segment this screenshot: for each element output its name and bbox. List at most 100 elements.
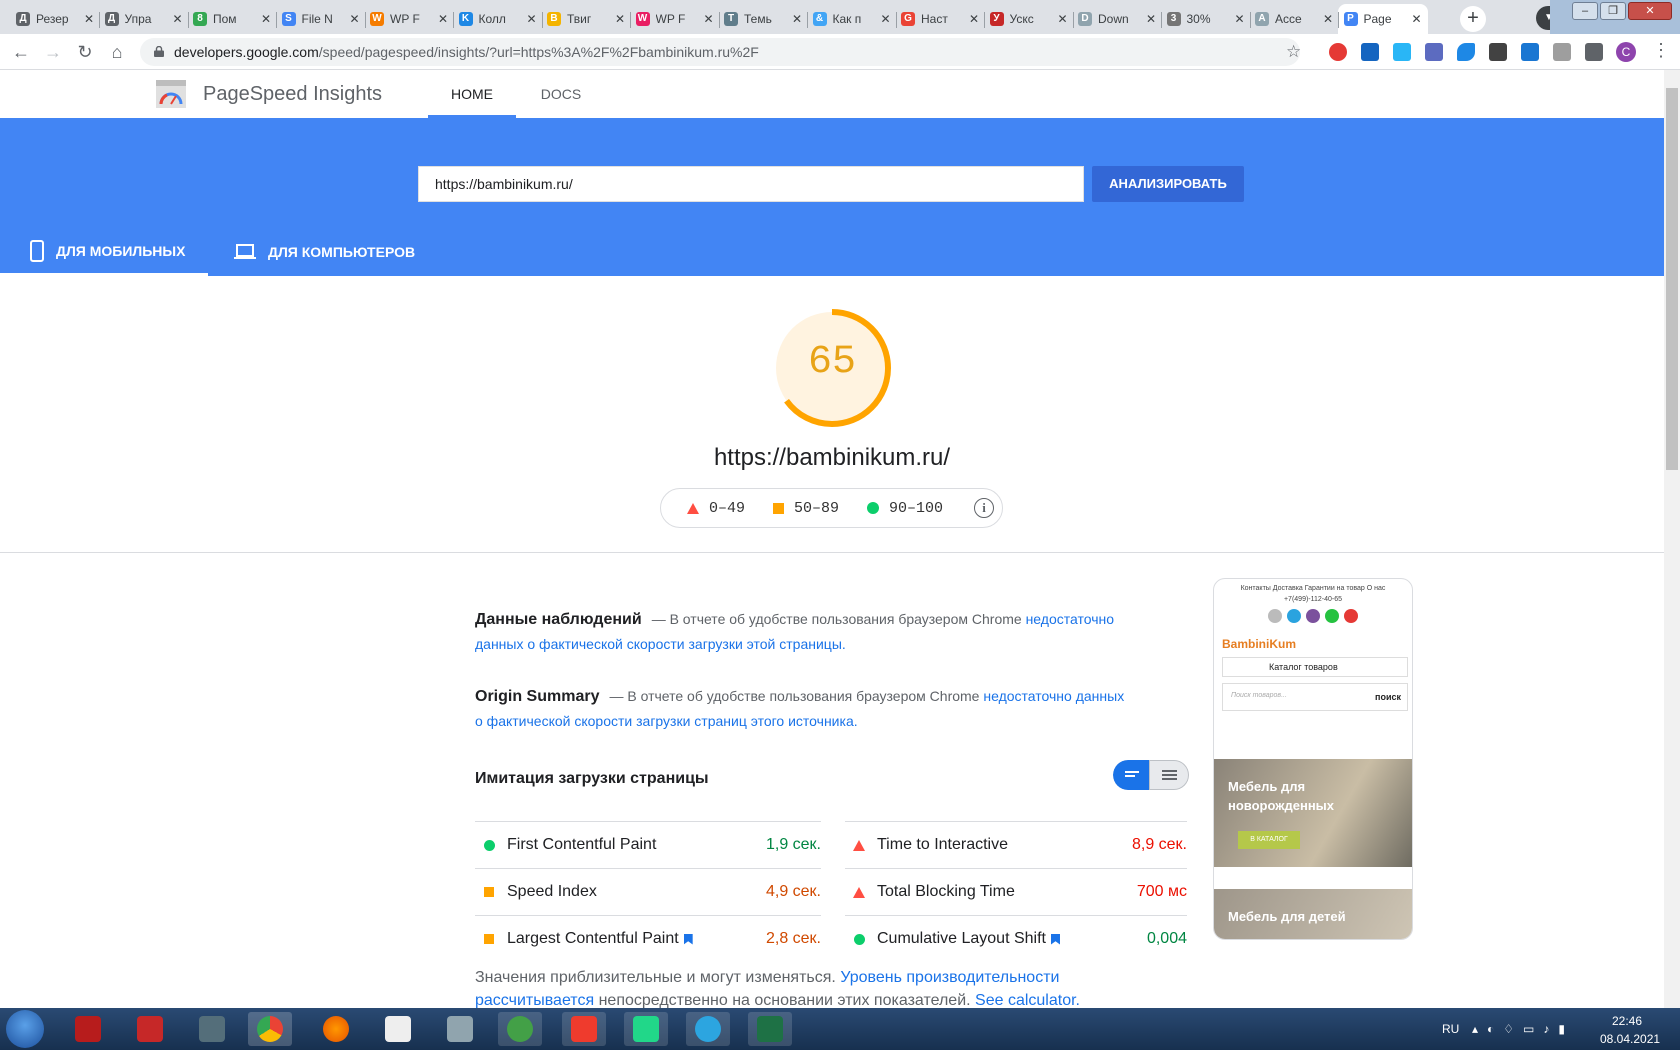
nav-home[interactable]: HOME [428, 70, 516, 118]
browser-tab[interactable]: У Ускс ✕ [984, 4, 1074, 34]
browser-tab[interactable]: T Темь ✕ [718, 4, 808, 34]
browser-tab[interactable]: S File N ✕ [276, 4, 366, 34]
tab-desktop[interactable]: ДЛЯ КОМПЬЮТЕРОВ [234, 228, 415, 276]
browser-tab[interactable]: W WP F ✕ [364, 4, 454, 34]
close-tab-icon[interactable]: ✕ [1323, 12, 1333, 26]
scrollbar-thumb[interactable] [1666, 88, 1678, 470]
tray-language[interactable]: RU [1442, 1008, 1459, 1050]
metric-name-wrap: First Contentful Paint [507, 836, 766, 854]
tab-favicon-icon: A [1255, 12, 1269, 26]
lab-footnote: Значения приблизительные и могут изменят… [475, 966, 1115, 1008]
info-icon[interactable]: i [974, 498, 994, 518]
close-tab-icon[interactable]: ✕ [969, 12, 979, 26]
profile-avatar[interactable]: C [1616, 42, 1636, 62]
browser-tab[interactable]: D Down ✕ [1072, 4, 1162, 34]
extension-icon-lock[interactable] [1489, 43, 1507, 61]
browser-tab[interactable]: & Как п ✕ [807, 4, 897, 34]
field-data-text: — В отчете об удобстве пользования брауз… [651, 611, 1022, 627]
browser-tab[interactable]: B Твиг ✕ [541, 4, 631, 34]
average-square-icon [484, 934, 494, 944]
extension-icon-screenshot[interactable] [1553, 43, 1571, 61]
taskbar-firefox-icon[interactable] [314, 1012, 358, 1046]
close-tab-icon[interactable]: ✕ [615, 12, 625, 26]
tray-icons[interactable]: ▴◐♢▭♪▮ [1472, 1008, 1582, 1050]
tab-mobile[interactable]: ДЛЯ МОБИЛЬНЫХ [0, 228, 208, 276]
start-button[interactable] [6, 1010, 44, 1048]
taskbar-network-icon[interactable] [190, 1012, 234, 1046]
maximize-button[interactable]: ❐ [1600, 2, 1626, 20]
tray-date[interactable]: 08.04.2021 [1600, 1032, 1660, 1046]
home-button[interactable]: ⌂ [105, 40, 129, 64]
reload-button[interactable]: ↻ [73, 40, 97, 64]
browser-tab[interactable]: Д Резер ✕ [10, 4, 100, 34]
taskbar-excel-icon[interactable] [748, 1012, 792, 1046]
taskbar-telegram-icon[interactable] [686, 1012, 730, 1046]
browser-tab[interactable]: G Наст ✕ [895, 4, 985, 34]
metric-value: 2,8 сек. [765, 930, 821, 947]
taskbar-chrome-icon[interactable] [248, 1012, 292, 1046]
bookmark-star-icon[interactable]: ☆ [1286, 42, 1301, 62]
tab-title: File N [301, 12, 333, 26]
metric-status [479, 887, 499, 897]
browser-tab[interactable]: W WP F ✕ [630, 4, 720, 34]
translate-extension-icon[interactable] [1425, 43, 1443, 61]
close-window-button[interactable]: ✕ [1628, 2, 1672, 20]
extension-icon-pen[interactable] [1521, 43, 1539, 61]
browser-tab[interactable]: A Acce ✕ [1249, 4, 1339, 34]
metrics-view-toggle[interactable] [1113, 760, 1189, 790]
back-button[interactable]: ← [9, 40, 33, 64]
close-tab-icon[interactable]: ✕ [1411, 12, 1421, 26]
taskbar-utorrent-icon[interactable] [498, 1012, 542, 1046]
taskbar-app-icon[interactable] [376, 1012, 420, 1046]
tab-favicon-icon: G [901, 12, 915, 26]
extensions-puzzle-icon[interactable] [1585, 43, 1603, 61]
close-tab-icon[interactable]: ✕ [172, 12, 182, 26]
browser-menu-icon[interactable]: ⋮ [1652, 40, 1670, 61]
close-tab-icon[interactable]: ✕ [84, 12, 94, 26]
close-tab-icon[interactable]: ✕ [880, 12, 890, 26]
close-tab-icon[interactable]: ✕ [1234, 12, 1244, 26]
tray-time[interactable]: 22:46 [1612, 1014, 1642, 1028]
metric-value: 4,9 сек. [765, 883, 821, 900]
analyze-button[interactable]: АНАЛИЗИРОВАТЬ [1092, 166, 1244, 202]
close-tab-icon[interactable]: ✕ [792, 12, 802, 26]
extension-icon-window[interactable] [1393, 43, 1411, 61]
browser-tab[interactable]: K Колл ✕ [453, 4, 543, 34]
taskbar-archive-icon[interactable] [66, 1012, 110, 1046]
browser-tab[interactable]: Д Упра ✕ [99, 4, 189, 34]
pass-circle-icon [867, 502, 880, 514]
new-tab-button[interactable]: + [1460, 6, 1486, 32]
taskbar-anydesk-icon[interactable] [562, 1012, 606, 1046]
minimize-button[interactable]: – [1572, 2, 1598, 20]
close-tab-icon[interactable]: ✕ [1146, 12, 1156, 26]
taskbar-archive2-icon[interactable] [128, 1012, 172, 1046]
extension-icon-blue[interactable] [1361, 43, 1379, 61]
close-tab-icon[interactable]: ✕ [526, 12, 536, 26]
taskbar-pycharm-icon[interactable] [624, 1012, 668, 1046]
extension-icon-bird[interactable] [1457, 43, 1475, 61]
compact-view-icon[interactable] [1113, 760, 1149, 790]
nav-docs[interactable]: DOCS [517, 70, 605, 118]
close-tab-icon[interactable]: ✕ [349, 12, 359, 26]
tab-title: 30% [1186, 12, 1211, 26]
origin-summary-section: Origin Summary — В отчете об удобстве пол… [475, 684, 1135, 734]
metric-status [849, 839, 869, 851]
adblock-extension-icon[interactable] [1329, 43, 1347, 61]
close-tab-icon[interactable]: ✕ [1057, 12, 1067, 26]
expanded-view-icon[interactable] [1149, 760, 1189, 790]
metric-row: First Contentful Paint 1,9 сек. [475, 821, 821, 868]
browser-tab[interactable]: 8 Пом ✕ [187, 4, 277, 34]
metric-name: Largest Contentful Paint [507, 930, 679, 947]
browser-tab[interactable]: P Page ✕ [1337, 4, 1428, 34]
taskbar-calculator-icon[interactable] [438, 1012, 482, 1046]
url-input[interactable]: https://bambinikum.ru/ [418, 166, 1084, 202]
metric-row: Largest Contentful Paint 2,8 сек. [475, 915, 821, 962]
close-tab-icon[interactable]: ✕ [438, 12, 448, 26]
close-tab-icon[interactable]: ✕ [703, 12, 713, 26]
close-tab-icon[interactable]: ✕ [261, 12, 271, 26]
address-bar[interactable]: developers.google.com/speed/pagespeed/in… [140, 38, 1300, 66]
forward-button[interactable]: → [41, 40, 65, 64]
calculator-link[interactable]: See calculator. [975, 992, 1080, 1008]
browser-tab[interactable]: 3 30% ✕ [1161, 4, 1251, 34]
page-scrollbar[interactable] [1664, 70, 1680, 1008]
